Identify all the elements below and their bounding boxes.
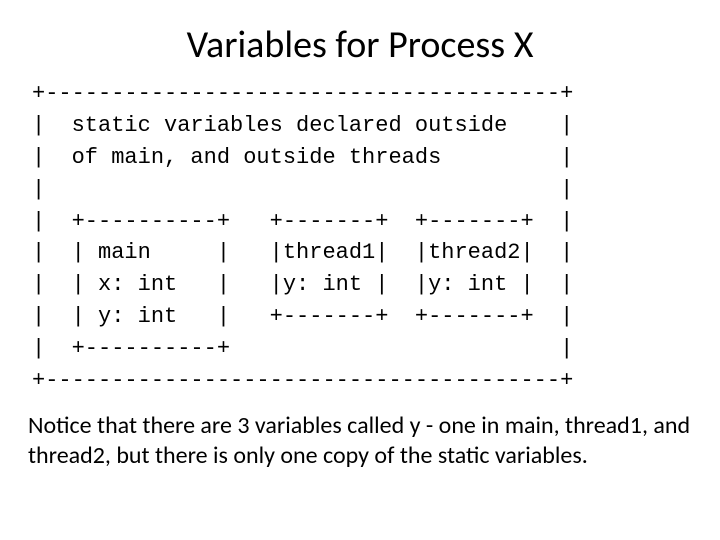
diagram-line: | |: [32, 177, 573, 202]
caption-text: Notice that there are 3 variables called…: [28, 411, 692, 471]
diagram-line: +---------------------------------------…: [32, 81, 573, 106]
diagram-line: +---------------------------------------…: [32, 368, 573, 393]
diagram-line: | | main | |thread1| |thread2| |: [32, 240, 573, 265]
diagram-line: | of main, and outside threads |: [32, 145, 573, 170]
diagram-line: | | y: int | +-------+ +-------+ |: [32, 304, 573, 329]
ascii-diagram: +---------------------------------------…: [32, 78, 692, 397]
diagram-line: | | x: int | |y: int | |y: int | |: [32, 272, 573, 297]
diagram-line: | +----------+ |: [32, 336, 573, 361]
diagram-line: | static variables declared outside |: [32, 113, 573, 138]
page-title: Variables for Process X: [28, 22, 692, 68]
diagram-line: | +----------+ +-------+ +-------+ |: [32, 209, 573, 234]
slide: Variables for Process X +---------------…: [0, 0, 720, 540]
